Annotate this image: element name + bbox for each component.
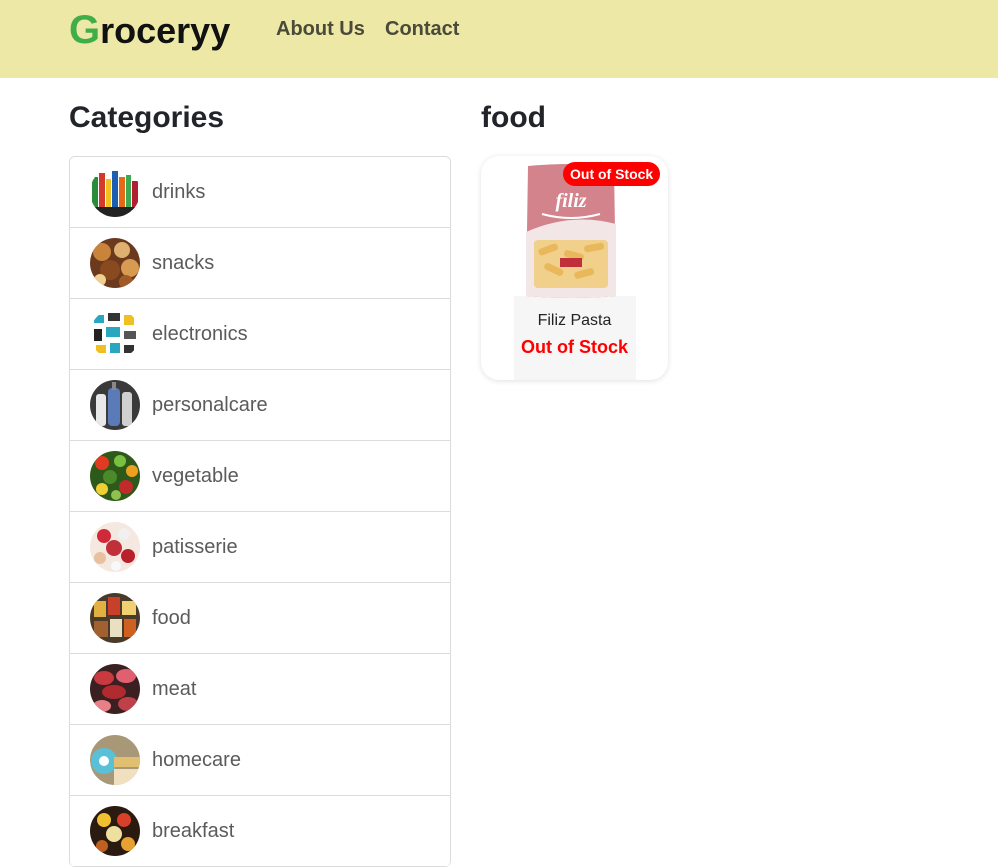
category-item-drinks[interactable]: drinks [70,157,450,228]
category-label: meat [152,678,197,700]
category-list: drinks snacks electronics personalcare v… [69,156,451,867]
category-item-vegetable[interactable]: vegetable [70,441,450,512]
categories-heading: Categories [69,101,225,134]
drinks-thumbnail-icon [90,167,140,217]
product-card[interactable]: filiz Out of Stock Filiz Pasta Out of St… [481,156,668,380]
top-navbar: Groceryy About Us Contact [0,0,998,78]
category-item-meat[interactable]: meat [70,654,450,725]
category-item-homecare[interactable]: homecare [70,725,450,796]
out-of-stock-badge: Out of Stock [563,162,661,186]
category-label: breakfast [152,820,235,842]
homecare-thumbnail-icon [90,735,140,785]
category-label: food [152,607,191,629]
nav-link-contact[interactable]: Contact [385,17,459,41]
vegetable-thumbnail-icon [90,451,140,501]
personalcare-thumbnail-icon [90,380,140,430]
category-label: drinks [152,181,206,203]
food-thumbnail-icon [90,593,140,643]
category-item-breakfast[interactable]: breakfast [70,796,450,867]
category-label: snacks [152,252,215,274]
category-label: personalcare [152,394,268,416]
snacks-thumbnail-icon [90,238,140,288]
brand-name-rest: roceryy [100,10,231,51]
category-item-snacks[interactable]: snacks [70,228,450,299]
patisserie-thumbnail-icon [90,522,140,572]
category-item-personalcare[interactable]: personalcare [70,370,450,441]
product-name: Filiz Pasta [537,312,612,329]
category-label: homecare [152,749,241,771]
product-stock-status: Out of Stock [521,337,628,357]
nav-link-about-us[interactable]: About Us [276,17,365,41]
pack-brand-text: filiz [555,190,586,212]
category-label: electronics [152,323,248,345]
category-label: patisserie [152,536,238,558]
current-category-heading: food [481,101,546,134]
category-item-electronics[interactable]: electronics [70,299,450,370]
brand-logo[interactable]: Groceryy [69,8,230,53]
breakfast-thumbnail-icon [90,806,140,856]
category-item-patisserie[interactable]: patisserie [70,512,450,583]
meat-thumbnail-icon [90,664,140,714]
category-label: vegetable [152,465,239,487]
electronics-thumbnail-icon [90,309,140,359]
brand-initial: G [69,8,101,52]
category-item-food[interactable]: food [70,583,450,654]
